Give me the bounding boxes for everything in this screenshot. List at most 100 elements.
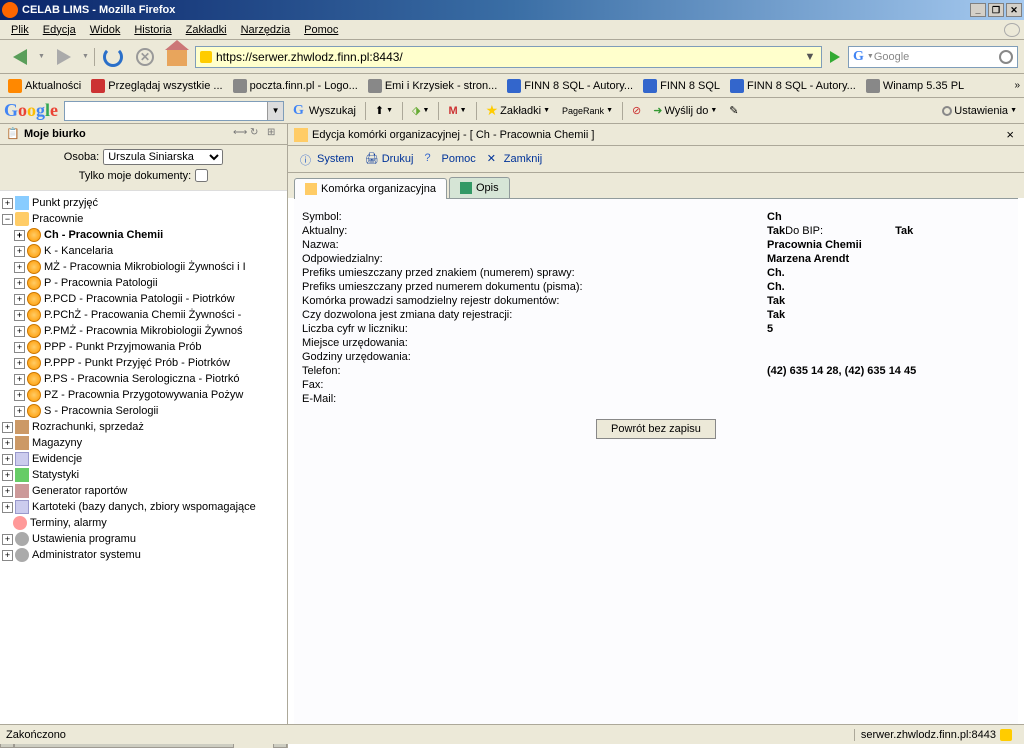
return-button[interactable]: Powrót bez zapisu (596, 419, 716, 439)
label-fax: Fax: (302, 379, 767, 391)
left-header: 📋 Moje biurko ⟷ ↻ ⊞ (0, 124, 287, 145)
tab-org-unit[interactable]: Komórka organizacyjna (294, 178, 447, 199)
menu-bookmarks[interactable]: Zakładki (179, 22, 234, 38)
flask-icon (15, 196, 29, 210)
gtb-settings-button[interactable]: Ustawienia▼ (939, 105, 1020, 117)
bookmark-item[interactable]: Przeglądaj wszystkie ... (87, 77, 226, 95)
tree-node[interactable]: P.PCD - Pracownia Patologii - Piotrków (44, 293, 235, 305)
bookmark-item[interactable]: FINN 8 SQL - Autory... (503, 77, 637, 95)
google-search-button[interactable]: GWyszukaj (290, 103, 359, 119)
tree-node[interactable]: P - Pracownia Patologii (44, 277, 158, 289)
menu-view[interactable]: Widok (83, 22, 128, 38)
forward-button[interactable] (50, 43, 78, 71)
system-button[interactable]: ⓘSystem (296, 150, 358, 168)
label-dobip: Do BIP: (785, 225, 895, 237)
reload-button[interactable] (99, 43, 127, 71)
lock-icon (200, 51, 212, 63)
bookmark-item[interactable]: poczta.finn.pl - Logo... (229, 77, 362, 95)
tree-node[interactable]: P.PS - Pracownia Serologiczna - Piotrkó (44, 373, 239, 385)
bookmarks-overflow[interactable]: » (1014, 80, 1020, 91)
print-button[interactable]: 🖨Drukuj (361, 150, 418, 168)
tree-node[interactable]: P.PChŻ - Pracowania Chemii Żywności - (44, 309, 241, 321)
menu-help[interactable]: Pomoc (297, 22, 345, 38)
clock-icon (13, 516, 27, 530)
tool-icon[interactable]: ↻ (250, 127, 264, 141)
menu-file[interactable]: Plik (4, 22, 36, 38)
home-button[interactable] (163, 43, 191, 71)
tree-node[interactable]: Rozrachunki, sprzedaż (32, 421, 144, 433)
restore-button[interactable]: ❐ (988, 3, 1004, 17)
tree-node[interactable]: Kartoteki (bazy danych, zbiory wspomagaj… (32, 501, 256, 513)
gear-icon[interactable] (1004, 23, 1020, 37)
tree-node[interactable]: Punkt przyjęć (32, 197, 98, 209)
bookmark-item[interactable]: Winamp 5.35 PL (862, 77, 968, 95)
bookmark-item[interactable]: FINN 8 SQL - Autory... (726, 77, 860, 95)
tool-icon[interactable]: ⊞ (267, 127, 281, 141)
mydocs-checkbox[interactable] (195, 169, 208, 182)
tree-node[interactable]: P.PPP - Punkt Przyjęć Prób - Piotrków (44, 357, 230, 369)
tree-node[interactable]: Generator raportów (32, 485, 127, 497)
menu-tools[interactable]: Narzędzia (234, 22, 298, 38)
gtb-pagerank[interactable]: PageRank▼ (559, 106, 616, 116)
google-toolbar: Google ▼ GWyszukaj ⬆▼ ⬗▼ M▼ ★Zakładki▼ P… (0, 98, 1024, 124)
url-dropdown[interactable]: ▼ (803, 51, 817, 63)
google-search-input[interactable]: ▼ (64, 101, 284, 121)
report-icon (15, 484, 29, 498)
back-dropdown[interactable]: ▼ (38, 53, 46, 60)
orange-circle-icon (27, 372, 41, 386)
tree-node[interactable]: PZ - Pracownia Przygotowywania Pożyw (44, 389, 243, 401)
tree-node[interactable]: PPP - Punkt Przyjmowania Prób (44, 341, 202, 353)
tree-node-selected[interactable]: Ch - Pracownia Chemii (44, 229, 163, 241)
tool-icon[interactable]: ⟷ (233, 127, 247, 141)
url-bar[interactable]: https://serwer.zhwlodz.finn.pl:8443/ ▼ (195, 46, 822, 68)
window-title: CELAB LIMS - Mozilla Firefox (22, 4, 970, 16)
close-button[interactable]: ✕ (1006, 3, 1022, 17)
bookmark-item[interactable]: FINN 8 SQL (639, 77, 724, 95)
tab-description[interactable]: Opis (449, 177, 510, 198)
gtb-gmail-button[interactable]: M▼ (445, 105, 469, 117)
value-nazwa: Pracownia Chemii (767, 239, 1010, 251)
tree-node[interactable]: MŻ - Pracownia Mikrobiologii Żywności i … (44, 261, 246, 273)
bookmark-item[interactable]: Emi i Krzysiek - stron... (364, 77, 501, 95)
gtb-bookmarks-button[interactable]: ★Zakładki▼ (483, 102, 553, 119)
label-samodz: Komórka prowadzi samodzielny rejestr dok… (302, 295, 767, 307)
tree-node[interactable]: S - Pracownia Serologii (44, 405, 158, 417)
tree-node[interactable]: Terminy, alarmy (30, 517, 107, 529)
menu-history[interactable]: Historia (127, 22, 178, 38)
tree-node[interactable]: Pracownie (32, 213, 83, 225)
minimize-button[interactable]: _ (970, 3, 986, 17)
label-nazwa: Nazwa: (302, 239, 767, 251)
tree-node[interactable]: Administrator systemu (32, 549, 141, 561)
menu-edit[interactable]: Edycja (36, 22, 83, 38)
gtb-send-button[interactable]: ➜Wyślij do▼ (650, 104, 720, 117)
tree-node[interactable]: Ustawienia programu (32, 533, 136, 545)
gtb-block-button[interactable]: ⊘ (629, 104, 644, 117)
gtb-highlight-button[interactable]: ✎ (726, 104, 741, 117)
panel-close-button[interactable]: × (1002, 127, 1018, 142)
gtb-up-button[interactable]: ⬆▼ (372, 104, 396, 117)
tree-node[interactable]: Ewidencje (32, 453, 82, 465)
warehouse-icon (15, 436, 29, 450)
orange-circle-icon (27, 356, 41, 370)
go-button[interactable] (826, 48, 844, 66)
winamp-icon (866, 79, 880, 93)
back-button[interactable] (6, 43, 34, 71)
help-button[interactable]: ?Pomoc (420, 150, 479, 168)
stop-button[interactable]: ✕ (131, 43, 159, 71)
close-button[interactable]: ✕Zamknij (483, 150, 547, 168)
search-icon[interactable] (999, 50, 1013, 64)
tree-node[interactable]: P.PMŻ - Pracownia Mikrobiologii Żywnoś (44, 325, 242, 337)
search-box[interactable]: G▼ Google (848, 46, 1018, 68)
right-content: Symbol:Ch Aktualny:TakDo BIP:Tak Nazwa:P… (294, 198, 1018, 742)
google-logo[interactable]: Google (4, 100, 58, 121)
person-select[interactable]: Urszula Siniarska (103, 149, 223, 165)
forward-dropdown[interactable]: ▼ (82, 53, 90, 60)
label-email: E-Mail: (302, 393, 767, 405)
tree-node[interactable]: Statystyki (32, 469, 79, 481)
bookmark-item[interactable]: Aktualności (4, 77, 85, 95)
gtb-share-button[interactable]: ⬗▼ (409, 104, 432, 117)
tree-node[interactable]: Magazyny (32, 437, 82, 449)
chart-icon (15, 468, 29, 482)
tree-node[interactable]: K - Kancelaria (44, 245, 113, 257)
tree-view[interactable]: +Punkt przyjęć −Pracownie +Ch - Pracowni… (0, 191, 287, 732)
